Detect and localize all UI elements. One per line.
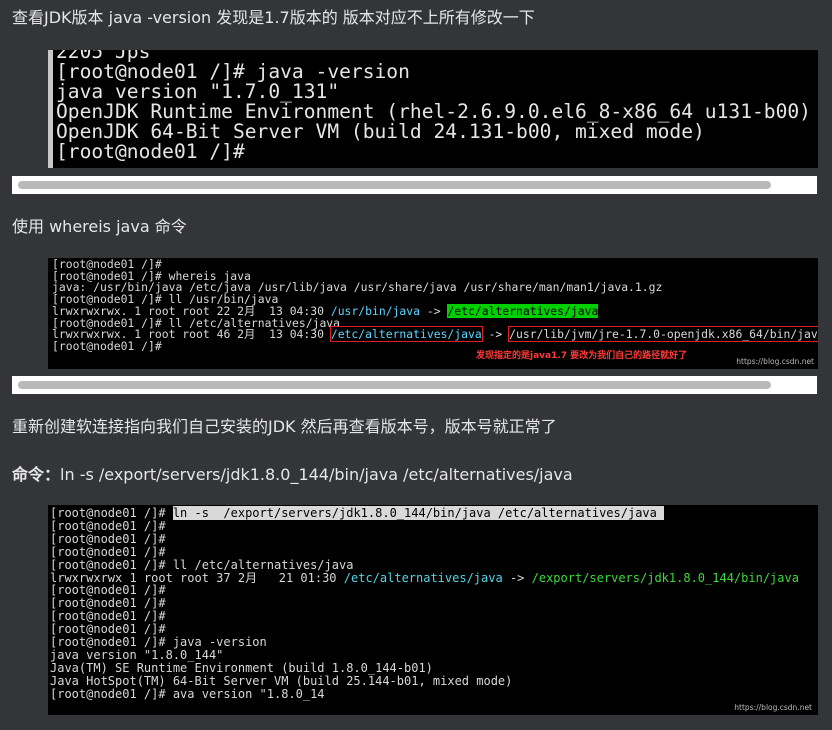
symlink-name-boxed: /etc/alternatives/java	[329, 326, 483, 343]
symlink-target-boxed: /usr/lib/jvm/jre-1.7.0-openjdk.x86_64/bi…	[508, 326, 818, 343]
arrow-text: ->	[502, 570, 532, 585]
watermark: https://blog.csdn.net	[734, 703, 812, 712]
arrow-text: ->	[481, 327, 510, 342]
terminal-line: [root@node01 /]#	[50, 531, 166, 546]
terminal-line: Java(TM) SE Runtime Environment (build 1…	[50, 660, 433, 675]
terminal-line: [root@node01 /]# java -version	[56, 60, 410, 83]
symlink-name: /usr/bin/java	[330, 303, 420, 318]
terminal-line: java version "1.7.0_131"	[56, 80, 340, 103]
terminal-line: Java HotSpot(TM) 64-Bit Server VM (build…	[50, 673, 513, 688]
terminal-line: [root@node01 /]#	[50, 544, 166, 559]
command-label: 命令：	[12, 465, 61, 484]
whereis-paragraph: 使用 whereis java 命令	[12, 217, 187, 236]
ls-output-prefix: lrwxrwxrwx 1 root root 37 2月 21 01:30	[50, 570, 344, 585]
terminal-line: [root@node01 /]# ava version "1.8.0_14	[50, 686, 325, 701]
watermark: https://blog.csdn.net	[736, 357, 814, 366]
terminal-line: java version "1.8.0_144"	[50, 647, 224, 662]
terminal-line: OpenJDK Runtime Environment (rhel-2.6.9.…	[56, 100, 811, 123]
selected-command: ln -s /export/servers/jdk1.8.0_144/bin/j…	[172, 506, 665, 520]
command-paragraph: 命令：ln -s /export/servers/jdk1.8.0_144/bi…	[12, 465, 573, 485]
red-annotation-note: 发现指定的是java1.7 要改为我们自己的路径就好了	[476, 351, 688, 361]
shell-prompt: [root@node01 /]#	[50, 506, 173, 520]
relink-paragraph: 重新创建软连接指向我们自己安装的JDK 然后再查看版本号，版本号就正常了	[12, 417, 557, 436]
terminal-screenshot-java-version-old: 2205 Jps [root@node01 /]# java -version …	[48, 50, 818, 168]
terminal-left-rail	[48, 50, 53, 168]
terminal-screenshot-relink: [root@node01 /]# ln -s /export/servers/j…	[48, 505, 818, 715]
terminal-line: [root@node01 /]# ln -s /export/servers/j…	[50, 506, 799, 520]
terminal-line: OpenJDK 64-Bit Server VM (build 24.131-b…	[56, 120, 705, 143]
command-text: ln -s /export/servers/jdk1.8.0_144/bin/j…	[60, 465, 573, 484]
intro-paragraph: 查看JDK版本 java -version 发现是1.7版本的 版本对应不上所有…	[12, 8, 535, 27]
terminal-line: lrwxrwxrwx. 1 root root 46 2月 13 04:30 /…	[52, 326, 818, 343]
scrollbar-thumb[interactable]	[18, 181, 771, 189]
terminal-line: [root@node01 /]#	[52, 338, 162, 353]
symlink-name: /etc/alternatives/java	[343, 570, 503, 585]
symlink-target-highlight: /etc/alternatives/java	[447, 303, 599, 318]
scrollbar-thumb[interactable]	[18, 381, 771, 389]
arrow-text: ->	[420, 303, 448, 318]
terminal-screenshot-whereis: [root@node01 /]# [root@node01 /]# wherei…	[48, 258, 818, 369]
terminal-line: [root@node01 /]#	[50, 518, 166, 533]
horizontal-scrollbar[interactable]	[12, 176, 817, 194]
symlink-target: /export/servers/jdk1.8.0_144/bin/java	[531, 570, 799, 585]
horizontal-scrollbar[interactable]	[12, 376, 817, 394]
terminal-line: [root@node01 /]#	[56, 140, 245, 163]
